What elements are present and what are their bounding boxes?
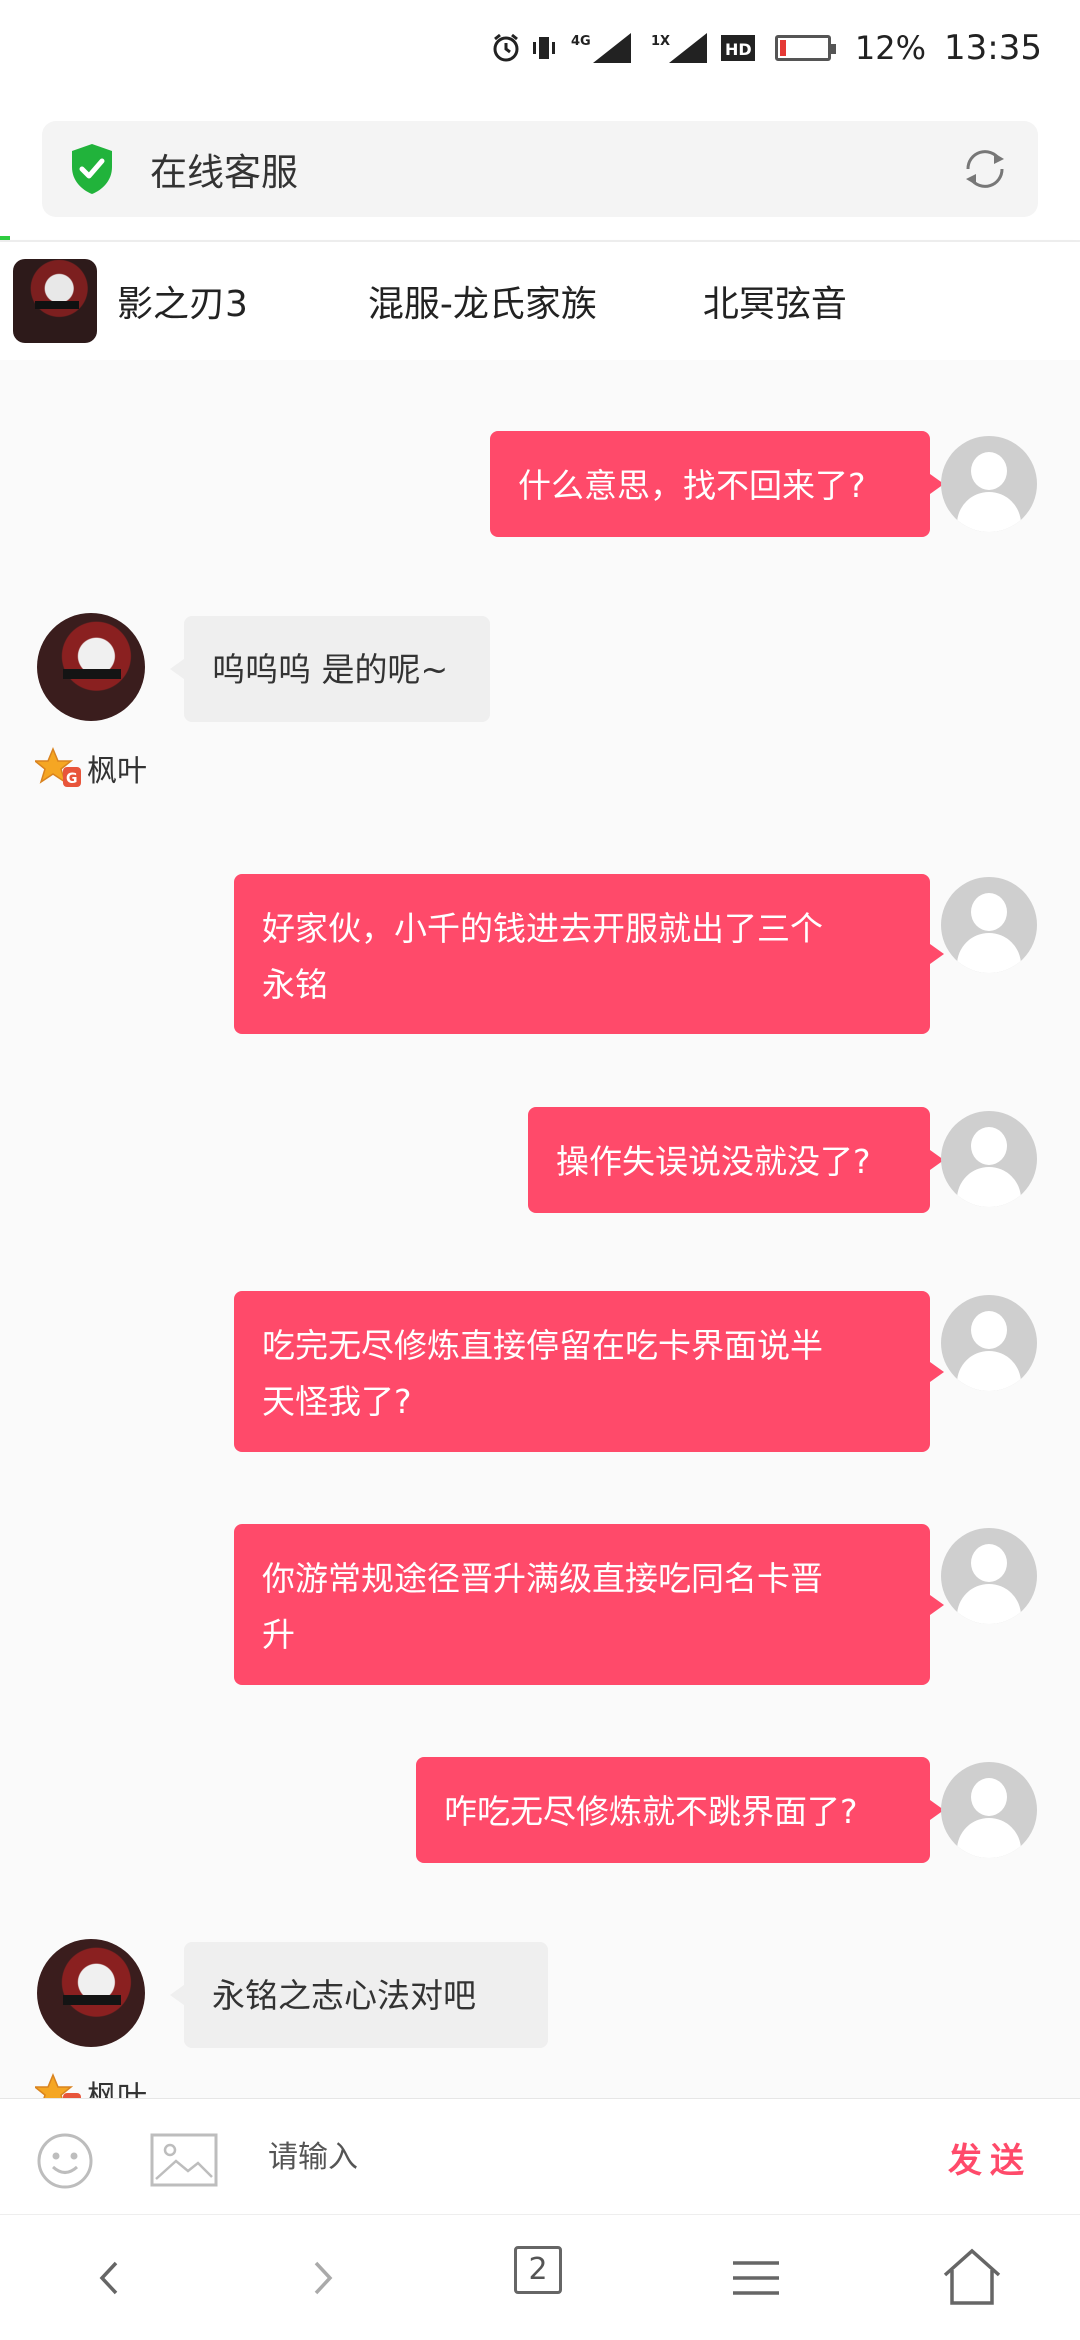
network-label: 4G (571, 34, 591, 49)
agent-avatar (37, 1939, 145, 2047)
message-bubble-user: 好家伙，小千的钱进去开服就出了三个 永铭 (234, 874, 944, 1034)
message-bubble-user: 你游常规途径晋升满级直接吃同名卡晋 升 (234, 1524, 944, 1685)
user-avatar (941, 1295, 1037, 1391)
tab-switcher-button[interactable]: 2 (514, 2246, 562, 2294)
tab-game-1[interactable]: 影之刃3 (117, 275, 248, 327)
star-badge-icon: G (35, 2073, 81, 2098)
battery-icon (774, 35, 836, 61)
message-line: 升 (262, 1615, 295, 1654)
message-line: 好家伙，小千的钱进去开服就出了三个 (262, 909, 823, 948)
user-avatar (941, 1528, 1037, 1624)
image-icon[interactable] (150, 2133, 218, 2187)
message-text: 操作失误说没就没了? (556, 1142, 871, 1181)
message-bubble-agent: 呜呜呜 是的呢~ (170, 616, 490, 722)
game-tabs: 影之刃3 混服-龙氏家族 北冥弦音 (0, 242, 1080, 360)
forward-icon[interactable] (290, 2245, 356, 2311)
user-avatar (941, 436, 1037, 532)
clock: 13:35 (944, 28, 1042, 68)
message-text: 什么意思，找不回来了? (518, 466, 866, 505)
message-line: 天怪我了? (262, 1382, 412, 1421)
agent-avatar (37, 613, 145, 721)
back-icon[interactable] (76, 2245, 142, 2311)
sim2-label: 1X (651, 34, 670, 49)
hd-icon: HD (720, 33, 757, 63)
alarm-icon (491, 33, 521, 63)
battery-percent: 12% (854, 29, 927, 67)
shield-check-icon (72, 144, 112, 194)
svg-text:G: G (66, 771, 78, 787)
agent-name: G 枫叶 (35, 746, 147, 790)
message-input[interactable] (266, 2127, 886, 2187)
message-bubble-agent: 永铭之志心法对吧 (170, 1942, 548, 2048)
message-text: 呜呜呜 是的呢~ (212, 650, 449, 689)
message-line: 吃完无尽修炼直接停留在吃卡界面说半 (262, 1326, 823, 1365)
chat-area[interactable]: 什么意思，找不回来了? 呜呜呜 是的呢~ G 枫叶 好家伙，小千的钱进去开服就出… (0, 360, 1080, 2098)
message-text: 永铭之志心法对吧 (212, 1976, 476, 2015)
user-avatar (941, 877, 1037, 973)
header-bar[interactable]: 在线客服 (42, 121, 1038, 217)
hd-label: HD (725, 40, 752, 59)
agent-name: G 枫叶 (35, 2072, 147, 2098)
page-title: 在线客服 (150, 151, 298, 194)
emoji-icon[interactable] (36, 2132, 94, 2190)
message-line: 永铭 (262, 965, 328, 1004)
input-bar: 发送 (0, 2098, 1080, 2214)
status-bar: 4G 1X HD 12% 13:35 (0, 0, 1080, 96)
message-bubble-user: 吃完无尽修炼直接停留在吃卡界面说半 天怪我了? (234, 1291, 944, 1452)
message-bubble-user: 什么意思，找不回来了? (490, 431, 944, 537)
user-avatar (941, 1111, 1037, 1207)
tab-game-3[interactable]: 北冥弦音 (703, 275, 847, 327)
message-text: 咋吃无尽修炼就不跳界面了? (444, 1792, 858, 1831)
star-badge-icon: G (35, 747, 81, 787)
menu-icon[interactable] (723, 2245, 789, 2311)
tab-game-2[interactable]: 混服-龙氏家族 (368, 275, 597, 327)
vibrate-icon (531, 33, 557, 63)
browser-nav-bar: 2 (0, 2214, 1080, 2340)
message-bubble-user: 咋吃无尽修炼就不跳界面了? (416, 1757, 944, 1863)
user-avatar (941, 1762, 1037, 1858)
signal-4g-icon: 4G (567, 31, 639, 65)
home-icon[interactable] (939, 2245, 1005, 2311)
agent-name-label: 枫叶 (87, 754, 147, 789)
message-bubble-user: 操作失误说没就没了? (528, 1107, 944, 1213)
refresh-icon[interactable] (960, 144, 1010, 194)
signal-1x-icon: 1X (649, 31, 711, 65)
message-line: 你游常规途径晋升满级直接吃同名卡晋 (262, 1559, 823, 1598)
send-button[interactable]: 发送 (948, 2133, 1032, 2182)
game-logo[interactable] (13, 259, 97, 343)
agent-name-label: 枫叶 (87, 2080, 147, 2098)
